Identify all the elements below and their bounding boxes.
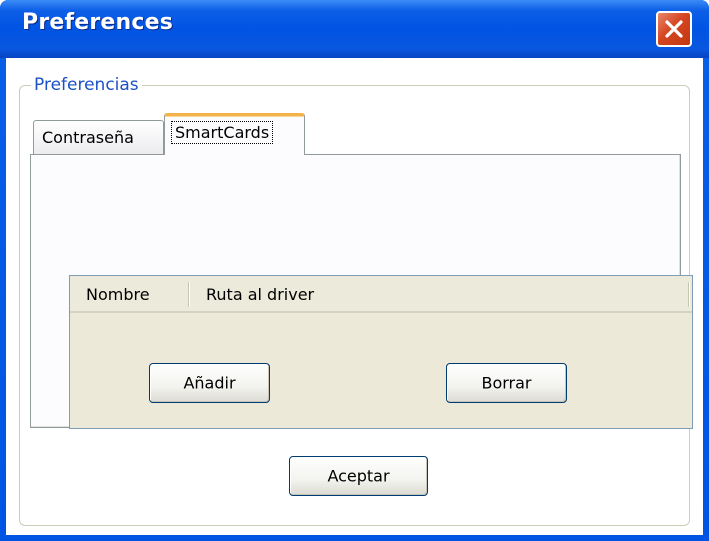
tab-label: Contraseña bbox=[42, 128, 134, 147]
close-icon bbox=[665, 20, 683, 38]
window-title: Preferences bbox=[22, 10, 174, 35]
preferences-window: Preferences Preferencias Contraseña Nomb… bbox=[0, 0, 709, 541]
tab-contrasena[interactable]: Contraseña bbox=[33, 120, 164, 154]
column-separator[interactable] bbox=[188, 282, 189, 307]
accept-button-label: Aceptar bbox=[327, 466, 390, 486]
tab-smartcards[interactable]: SmartCards bbox=[164, 113, 305, 155]
drivers-list[interactable]: Nombre Ruta al driver bbox=[69, 275, 693, 429]
dialog-client-area: Preferencias Contraseña Nombre Ruta al d… bbox=[6, 58, 703, 535]
title-bar[interactable]: Preferences bbox=[0, 0, 709, 58]
groupbox-legend: Preferencias bbox=[31, 75, 142, 95]
add-button-label: Añadir bbox=[183, 373, 236, 393]
column-separator[interactable] bbox=[688, 282, 689, 307]
delete-button[interactable]: Borrar bbox=[446, 363, 567, 403]
column-header-ruta[interactable]: Ruta al driver bbox=[206, 285, 314, 304]
tab-label: SmartCards bbox=[171, 121, 274, 144]
column-header-nombre[interactable]: Nombre bbox=[86, 285, 150, 304]
close-button[interactable] bbox=[656, 11, 692, 47]
tab-panel-smartcards: Nombre Ruta al driver Añadir Borrar bbox=[30, 154, 693, 429]
delete-button-label: Borrar bbox=[481, 373, 532, 393]
accept-button[interactable]: Aceptar bbox=[289, 456, 428, 496]
add-button[interactable]: Añadir bbox=[149, 363, 270, 403]
list-header: Nombre Ruta al driver bbox=[70, 276, 692, 313]
